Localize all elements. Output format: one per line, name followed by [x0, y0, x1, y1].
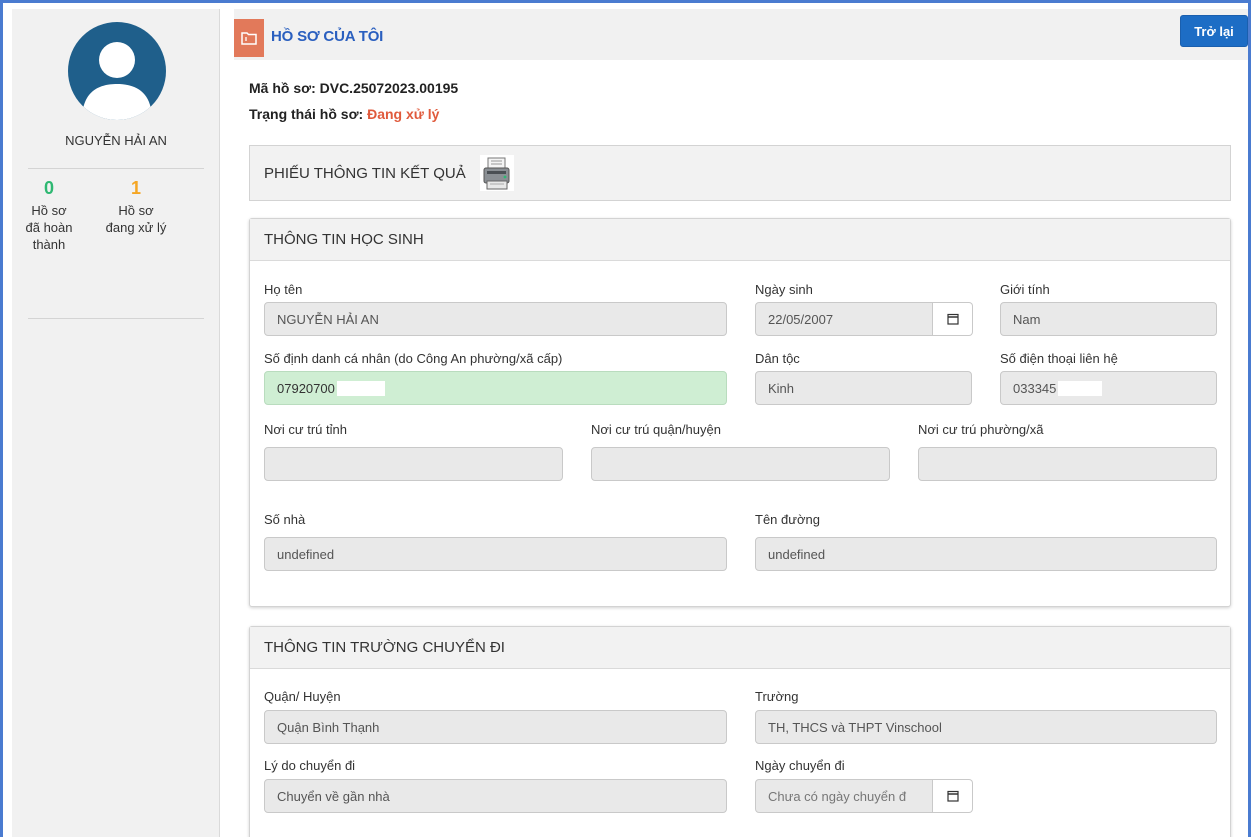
- app-frame: NGUYỄN HẢI AN 0 Hồ sơ đã hoàn thành 1 Hồ…: [0, 0, 1251, 837]
- school-label: Trường: [755, 689, 799, 704]
- reason-field[interactable]: Chuyển về gần nhà: [264, 779, 727, 813]
- transfer-district-label: Quận/ Huyện: [264, 689, 341, 704]
- student-info-title: THÔNG TIN HỌC SINH: [250, 219, 1230, 261]
- phone-label: Số điện thoại liên hệ: [1000, 351, 1118, 366]
- school-field[interactable]: TH, THCS và THPT Vinschool: [755, 710, 1217, 744]
- user-avatar-icon: [68, 22, 166, 120]
- result-info-panel[interactable]: PHIẾU THÔNG TIN KẾT QUẢ: [249, 145, 1231, 201]
- birth-date-label: Ngày sinh: [755, 282, 813, 297]
- stat-processing-count: 1: [130, 178, 141, 198]
- ethnicity-label: Dân tộc: [755, 351, 800, 366]
- stat-processing[interactable]: 1 Hồ sơ đang xử lý: [86, 177, 186, 236]
- personal-id-label: Số định danh cá nhân (do Công An phường/…: [264, 351, 563, 366]
- birth-date-field[interactable]: 22/05/2007: [755, 302, 933, 336]
- page-header: HỒ SƠ CỦA TÔI Trở lại: [234, 9, 1248, 60]
- main-content: HỒ SƠ CỦA TÔI Trở lại Mã hồ sơ: DVC.2507…: [234, 9, 1248, 837]
- stat-processing-label: Hồ sơ đang xử lý: [105, 203, 167, 235]
- folder-icon-box: [234, 19, 264, 57]
- file-code: Mã hồ sơ: DVC.25072023.00195: [249, 80, 459, 96]
- full-name-field[interactable]: NGUYỄN HẢI AN: [264, 302, 727, 336]
- transfer-date-field[interactable]: Chưa có ngày chuyển đ: [755, 779, 933, 813]
- ward-label: Nơi cư trú phường/xã: [918, 422, 1044, 437]
- province-label: Nơi cư trú tỉnh: [264, 422, 347, 437]
- status-badge: Đang xử lý: [367, 106, 440, 122]
- transfer-info-title: THÔNG TIN TRƯỜNG CHUYỂN ĐI: [250, 627, 1230, 669]
- street-field[interactable]: undefined: [755, 537, 1217, 571]
- user-name: NGUYỄN HẢI AN: [65, 133, 167, 148]
- house-number-label: Số nhà: [264, 512, 306, 527]
- printer-icon[interactable]: [479, 155, 514, 191]
- folder-icon: [241, 32, 257, 45]
- reason-label: Lý do chuyển đi: [264, 758, 356, 773]
- street-label: Tên đường: [755, 512, 820, 527]
- phone-field[interactable]: 033345: [1000, 371, 1217, 405]
- sidebar-divider: [28, 168, 204, 169]
- house-number-field[interactable]: undefined: [264, 537, 727, 571]
- district-field[interactable]: [591, 447, 890, 481]
- ward-field[interactable]: [918, 447, 1217, 481]
- profile-sidebar: NGUYỄN HẢI AN 0 Hồ sơ đã hoàn thành 1 Hồ…: [12, 9, 220, 837]
- result-info-title: PHIẾU THÔNG TIN KẾT QUẢ: [264, 164, 466, 182]
- page-title: HỒ SƠ CỦA TÔI: [271, 28, 384, 45]
- province-field[interactable]: [264, 447, 563, 481]
- full-name-label: Họ tên: [264, 282, 303, 297]
- personal-id-field[interactable]: 07920700: [264, 371, 727, 405]
- sidebar-divider: [28, 318, 204, 319]
- back-button[interactable]: Trở lại: [1180, 15, 1248, 47]
- gender-field[interactable]: Nam: [1000, 302, 1217, 336]
- gender-label: Giới tính: [1000, 282, 1050, 297]
- transfer-district-field[interactable]: Quận Bình Thạnh: [264, 710, 727, 744]
- student-info-panel: THÔNG TIN HỌC SINH Họ tên NGUYỄN HẢI AN …: [249, 218, 1231, 607]
- transfer-info-panel: THÔNG TIN TRƯỜNG CHUYỂN ĐI Quận/ Huyện Q…: [249, 626, 1231, 837]
- calendar-icon: [946, 313, 959, 325]
- stat-completed[interactable]: 0 Hồ sơ đã hoàn thành: [0, 177, 99, 253]
- calendar-icon: [946, 790, 959, 802]
- stat-completed-label: Hồ sơ đã hoàn thành: [25, 203, 73, 252]
- district-label: Nơi cư trú quận/huyện: [591, 422, 721, 437]
- file-status: Trạng thái hồ sơ: Đang xử lý: [249, 106, 440, 122]
- ethnicity-field[interactable]: Kinh: [755, 371, 972, 405]
- transfer-date-label: Ngày chuyển đi: [755, 758, 845, 773]
- birth-date-calendar-button[interactable]: [933, 302, 973, 336]
- stat-completed-count: 0: [43, 178, 54, 198]
- redaction-mask: [1058, 380, 1103, 396]
- transfer-date-calendar-button[interactable]: [933, 779, 973, 813]
- redaction-mask: [336, 380, 385, 396]
